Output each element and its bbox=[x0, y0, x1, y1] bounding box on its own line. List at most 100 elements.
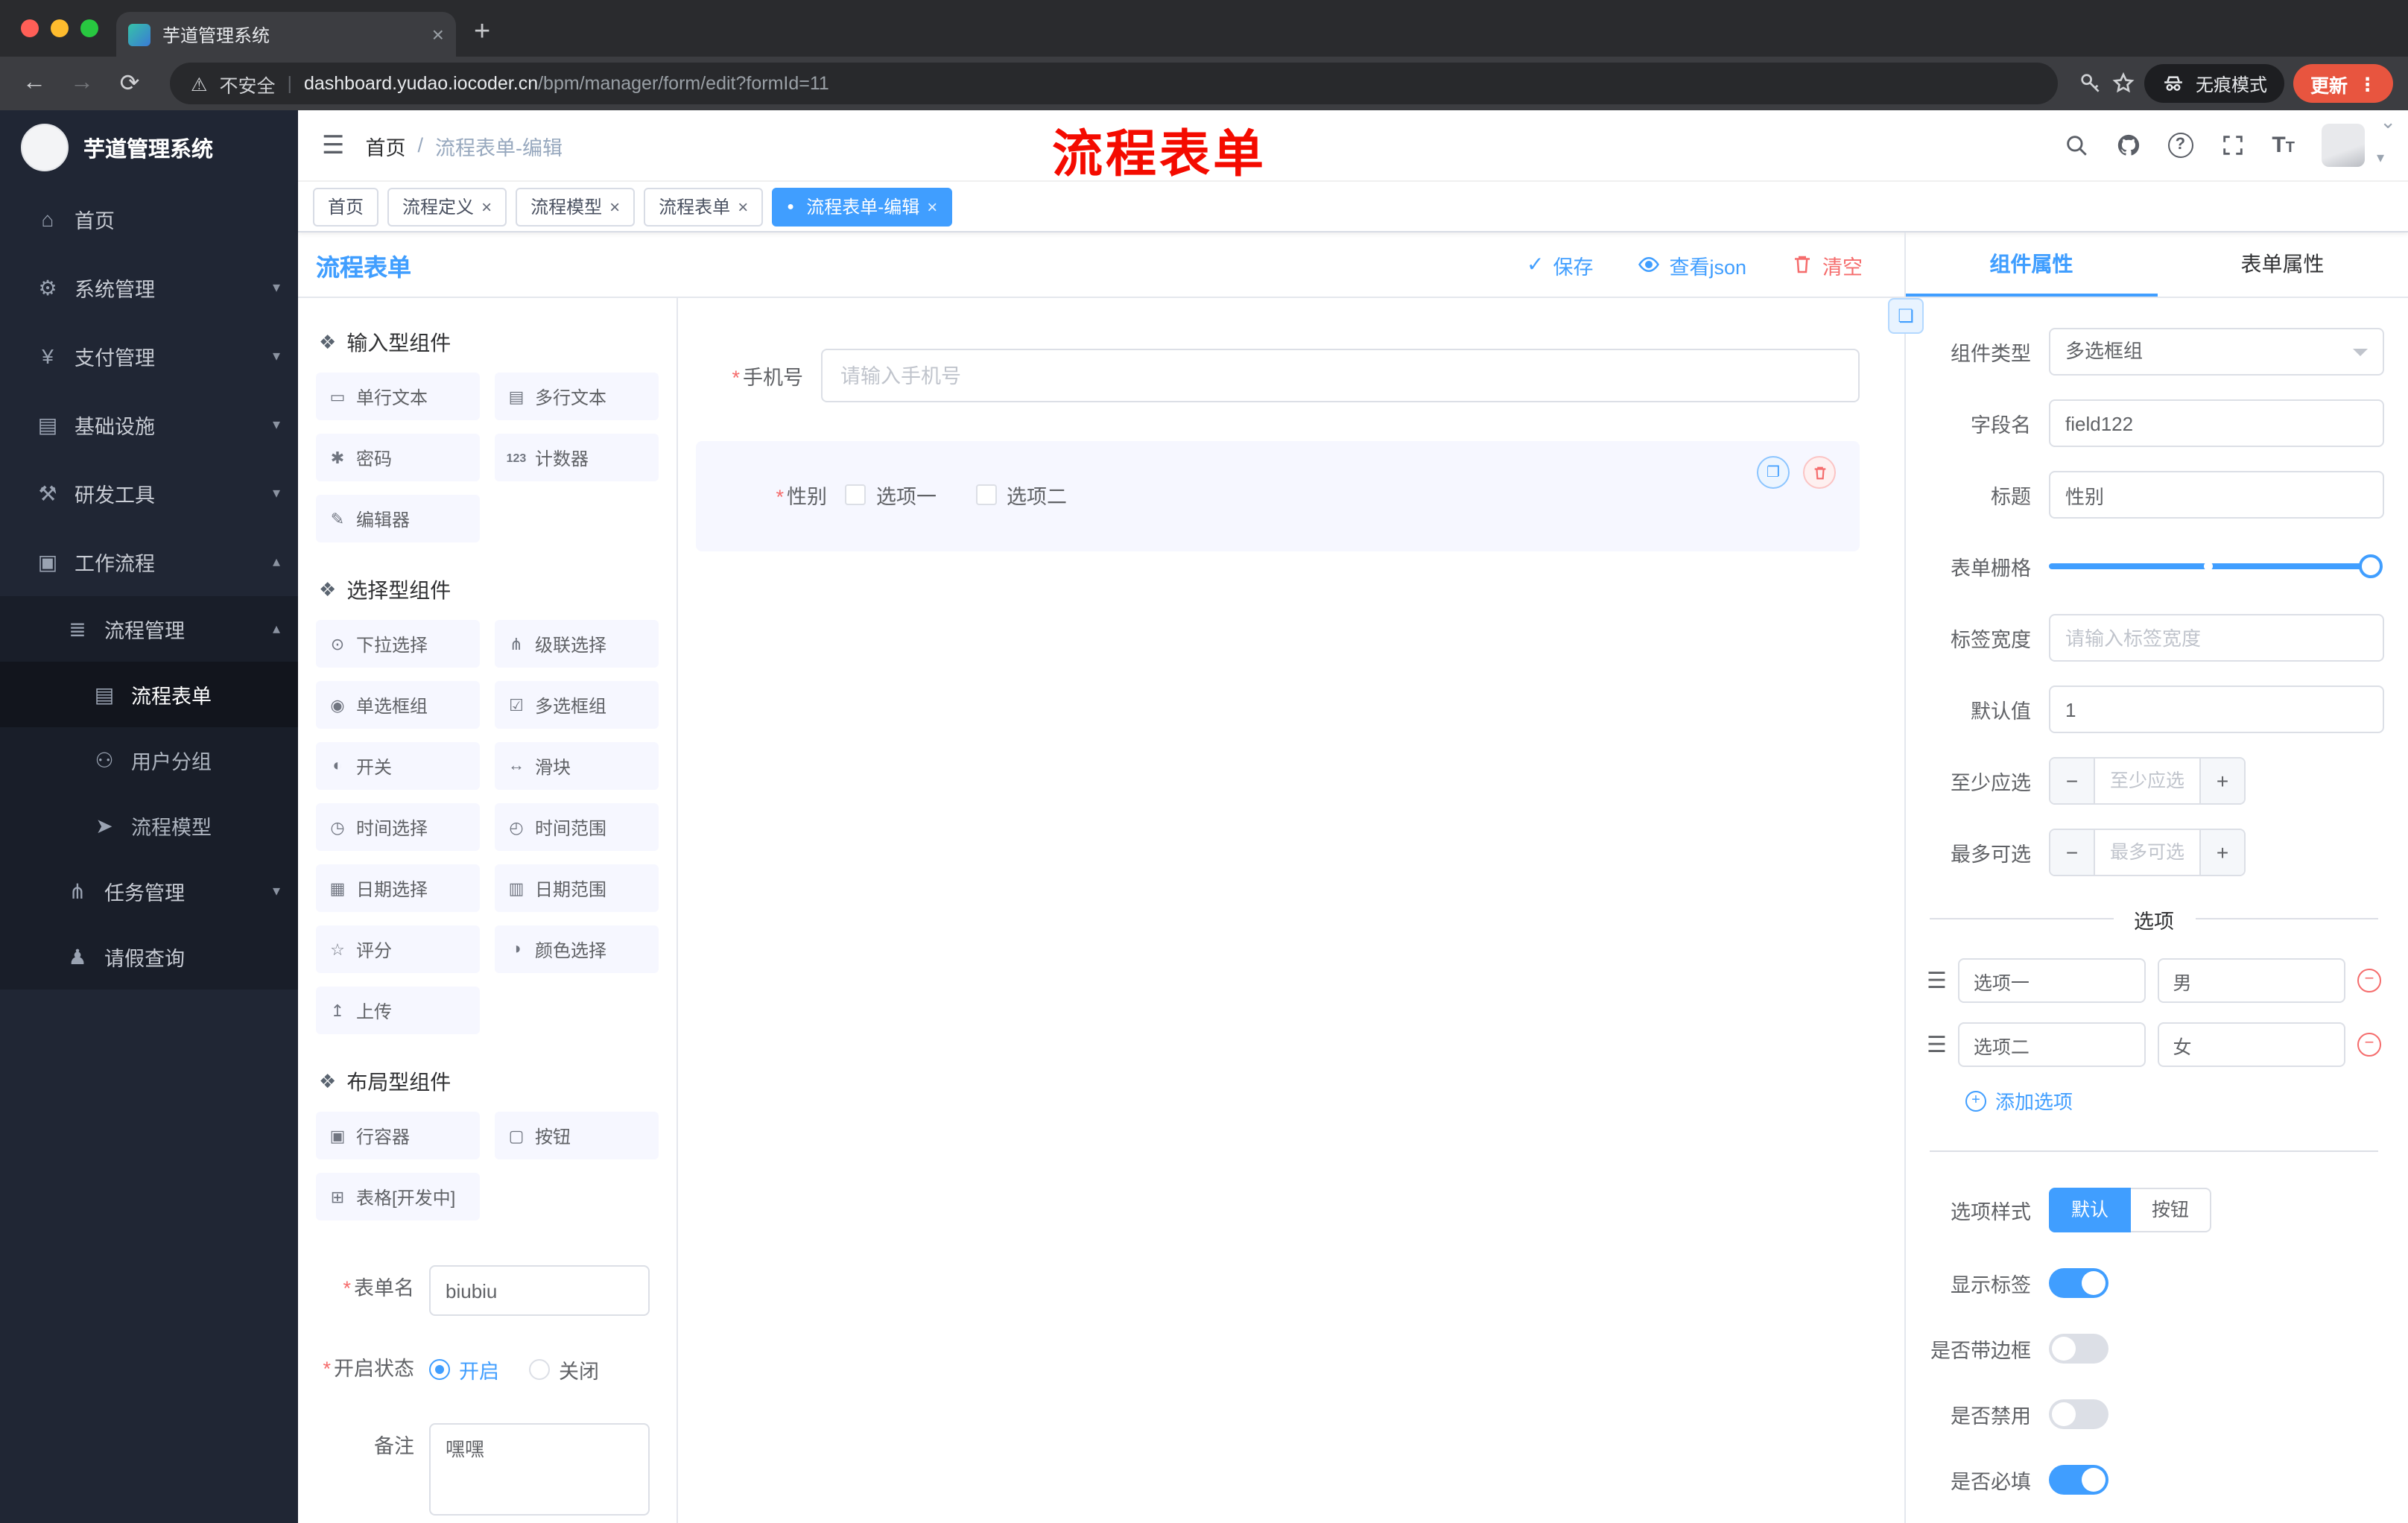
sidebar-item-process-form[interactable]: ▤ 流程表单 bbox=[0, 662, 298, 727]
component-item-table[interactable]: ⊞ 表格[开发中] bbox=[316, 1173, 480, 1220]
drag-handle-icon[interactable]: ☰ bbox=[1927, 967, 1947, 994]
sidebar-item-infrastructure[interactable]: ▤ 基础设施 ▾ bbox=[0, 390, 298, 459]
tag-process-form[interactable]: 流程表单 × bbox=[644, 187, 764, 226]
field-name-input[interactable] bbox=[2049, 399, 2384, 447]
increase-button[interactable]: + bbox=[2199, 830, 2244, 875]
required-switch[interactable] bbox=[2049, 1465, 2108, 1495]
tag-process-form-edit[interactable]: ● 流程表单-编辑 × bbox=[772, 187, 953, 226]
close-icon[interactable]: × bbox=[609, 196, 620, 217]
breadcrumb-home[interactable]: 首页 bbox=[366, 130, 406, 160]
address-bar[interactable]: ⚠ 不安全 | dashboard.yudao.iocoder.cn/bpm/m… bbox=[170, 63, 2059, 104]
component-item-row-container[interactable]: ▣ 行容器 bbox=[316, 1112, 480, 1159]
kebab-icon[interactable]: ⋮ bbox=[2358, 72, 2377, 95]
form-name-input[interactable] bbox=[429, 1265, 650, 1316]
gender-option-2-checkbox[interactable]: 选项二 bbox=[975, 480, 1067, 510]
delete-field-button[interactable] bbox=[1803, 456, 1836, 489]
new-tab-button[interactable]: + bbox=[474, 17, 490, 48]
tab-close-icon[interactable]: × bbox=[432, 24, 444, 45]
remove-option-button[interactable]: − bbox=[2357, 969, 2382, 992]
component-item-date-picker[interactable]: ▦ 日期选择 bbox=[316, 864, 480, 912]
component-item-editor[interactable]: ✎ 编辑器 bbox=[316, 495, 480, 542]
increase-button[interactable]: + bbox=[2199, 759, 2244, 803]
component-item-password[interactable]: ✱ 密码 bbox=[316, 434, 480, 481]
sidebar-item-devtools[interactable]: ⚒ 研发工具 ▾ bbox=[0, 459, 298, 528]
minimize-window-button[interactable] bbox=[51, 19, 69, 37]
password-key-icon[interactable] bbox=[2079, 72, 2103, 95]
component-item-upload[interactable]: ↥ 上传 bbox=[316, 987, 480, 1034]
min-select-input[interactable] bbox=[2095, 759, 2199, 803]
tab-form-properties[interactable]: 表单属性 bbox=[2157, 232, 2408, 297]
sidebar-item-task-management[interactable]: ⋔ 任务管理 ▾ bbox=[0, 858, 298, 924]
component-item-rate[interactable]: ☆ 评分 bbox=[316, 925, 480, 973]
sidebar-item-leave-query[interactable]: ♟ 请假查询 bbox=[0, 924, 298, 990]
option-2-label-input[interactable] bbox=[1958, 1022, 2146, 1067]
component-item-multiline-text[interactable]: ▤ 多行文本 bbox=[495, 373, 659, 420]
sidebar-item-user-group[interactable]: ⚇ 用户分组 bbox=[0, 727, 298, 793]
sidebar-item-process-management[interactable]: ≣ 流程管理 ▴ bbox=[0, 596, 298, 662]
bookmark-star-icon[interactable] bbox=[2112, 72, 2136, 95]
sidebar-collapse-icon[interactable]: ☰ bbox=[322, 130, 345, 160]
style-default-button[interactable]: 默认 bbox=[2049, 1188, 2132, 1232]
save-button[interactable]: ✓ 保存 bbox=[1527, 250, 1593, 279]
component-item-slider[interactable]: ↔ 滑块 bbox=[495, 742, 659, 790]
search-icon[interactable] bbox=[2063, 133, 2088, 158]
sidebar-item-home[interactable]: ⌂ 首页 bbox=[0, 185, 298, 253]
field-phone[interactable]: * 手机号 bbox=[696, 334, 1860, 417]
close-icon[interactable]: × bbox=[738, 196, 748, 217]
sidebar-item-workflow[interactable]: ▣ 工作流程 ▴ bbox=[0, 528, 298, 596]
add-option-button[interactable]: + 添加选项 bbox=[1965, 1086, 2384, 1115]
disabled-switch[interactable] bbox=[2049, 1399, 2108, 1429]
close-icon[interactable]: × bbox=[481, 196, 492, 217]
sidebar-item-system[interactable]: ⚙ 系统管理 ▾ bbox=[0, 253, 298, 322]
max-select-input[interactable] bbox=[2095, 830, 2199, 875]
close-icon[interactable]: × bbox=[927, 196, 937, 217]
fullscreen-icon[interactable] bbox=[2220, 133, 2245, 158]
tag-home[interactable]: 首页 bbox=[313, 187, 379, 226]
component-item-single-line-text[interactable]: ▭ 单行文本 bbox=[316, 373, 480, 420]
component-item-radio-group[interactable]: ◉ 单选框组 bbox=[316, 681, 480, 729]
update-button[interactable]: 更新 ⋮ bbox=[2293, 64, 2393, 103]
slider-handle[interactable] bbox=[2359, 554, 2383, 578]
status-off-radio[interactable]: 关闭 bbox=[529, 1355, 599, 1384]
title-input[interactable] bbox=[2049, 471, 2384, 519]
default-value-input[interactable] bbox=[2049, 685, 2384, 733]
browser-tab[interactable]: 芋道管理系统 × bbox=[116, 12, 456, 57]
view-json-button[interactable]: 查看json bbox=[1638, 250, 1746, 279]
component-item-time-range[interactable]: ◴ 时间范围 bbox=[495, 803, 659, 851]
form-canvas[interactable]: *手机号 ❐ bbox=[678, 298, 1904, 1523]
font-size-icon[interactable]: TT bbox=[2272, 133, 2295, 158]
component-item-date-range[interactable]: ▥ 日期范围 bbox=[495, 864, 659, 912]
option-1-value-input[interactable] bbox=[2158, 958, 2346, 1003]
forward-icon[interactable]: → bbox=[63, 70, 101, 97]
sidebar-item-payment[interactable]: ¥ 支付管理 ▾ bbox=[0, 322, 298, 390]
incognito-badge[interactable]: 无痕模式 bbox=[2144, 64, 2285, 103]
remark-textarea[interactable]: 嘿嘿 bbox=[429, 1423, 650, 1516]
zoom-window-button[interactable] bbox=[80, 19, 98, 37]
component-type-select[interactable]: 多选框组 bbox=[2049, 328, 2384, 376]
component-item-cascader[interactable]: ⋔ 级联选择 bbox=[495, 620, 659, 668]
component-item-select[interactable]: ⊙ 下拉选择 bbox=[316, 620, 480, 668]
component-item-color-picker[interactable]: ◑ 颜色选择 bbox=[495, 925, 659, 973]
reload-icon[interactable]: ⟳ bbox=[110, 69, 149, 98]
label-width-input[interactable] bbox=[2049, 614, 2384, 662]
tag-process-model[interactable]: 流程模型 × bbox=[516, 187, 636, 226]
drag-handle-icon[interactable]: ☰ bbox=[1927, 1031, 1947, 1058]
clear-button[interactable]: 清空 bbox=[1791, 250, 1863, 279]
tab-component-properties[interactable]: 组件属性 bbox=[1906, 232, 2157, 297]
form-grid-slider[interactable] bbox=[2049, 542, 2384, 590]
component-item-switch[interactable]: ◐ 开关 bbox=[316, 742, 480, 790]
tag-process-definition[interactable]: 流程定义 × bbox=[387, 187, 507, 226]
gender-option-1-checkbox[interactable]: 选项一 bbox=[845, 480, 937, 510]
border-switch[interactable] bbox=[2049, 1334, 2108, 1364]
help-icon[interactable]: ? bbox=[2167, 133, 2193, 158]
link-icon[interactable]: ❏ bbox=[1888, 298, 1924, 334]
decrease-button[interactable]: − bbox=[2050, 759, 2095, 803]
option-2-value-input[interactable] bbox=[2158, 1022, 2346, 1067]
decrease-button[interactable]: − bbox=[2050, 830, 2095, 875]
close-window-button[interactable] bbox=[21, 19, 39, 37]
phone-input[interactable] bbox=[821, 349, 1860, 402]
avatar[interactable] bbox=[2321, 124, 2365, 167]
show-label-switch[interactable] bbox=[2049, 1268, 2108, 1298]
back-icon[interactable]: ← bbox=[15, 70, 54, 97]
option-1-label-input[interactable] bbox=[1958, 958, 2146, 1003]
